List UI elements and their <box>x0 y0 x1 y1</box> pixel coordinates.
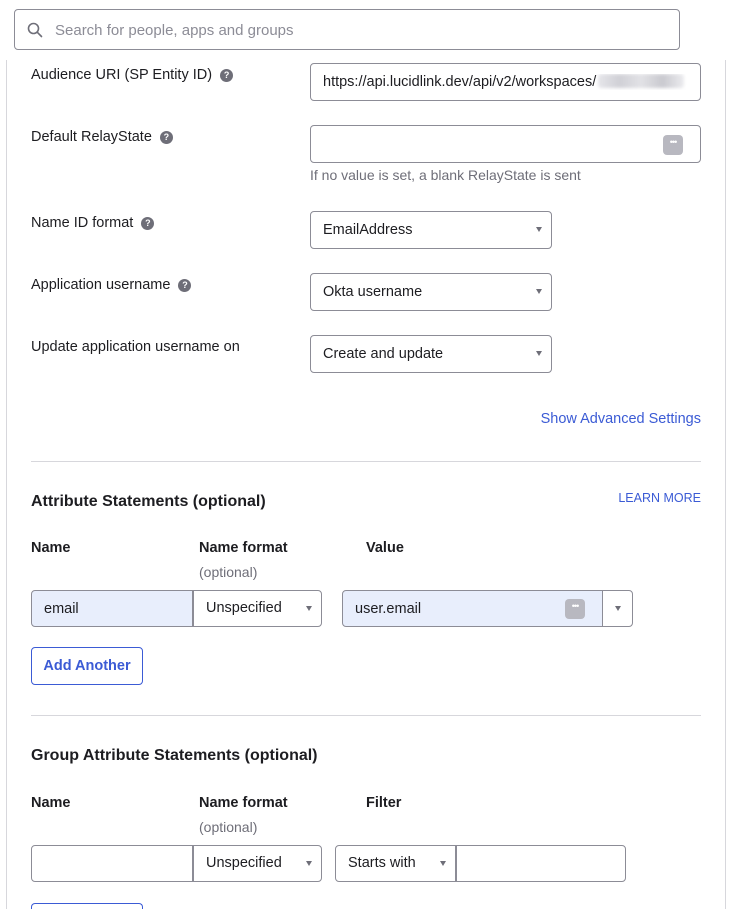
relay-state-help-text: If no value is set, a blank RelayState i… <box>310 167 581 183</box>
group-filter-type-select[interactable]: Starts with <box>335 845 456 882</box>
chevron-down-icon <box>536 227 542 232</box>
show-advanced-settings-link[interactable]: Show Advanced Settings <box>541 411 701 427</box>
attr-name-format-value: Unspecified <box>206 600 282 616</box>
group-filter-value-input[interactable] <box>456 845 626 882</box>
add-another-button[interactable]: Add Another <box>31 647 143 685</box>
attribute-statements-title: Attribute Statements (optional) <box>31 493 266 510</box>
attr-name-input[interactable]: email <box>31 590 193 627</box>
saml-settings-panel <box>6 60 726 909</box>
attr-value-dropdown[interactable] <box>602 590 633 627</box>
chevron-down-icon <box>306 606 312 611</box>
audience-uri-value: https://api.lucidlink.dev/api/v2/workspa… <box>323 74 597 90</box>
help-icon[interactable]: ? <box>159 131 173 144</box>
name-id-format-label: Name ID format? <box>31 215 155 231</box>
attr-name-value: email <box>44 601 79 617</box>
chevron-down-icon <box>536 289 542 294</box>
attr-name-format-select[interactable]: Unspecified <box>193 590 322 627</box>
app-username-value: Okta username <box>323 284 423 300</box>
attr-col-value: Value <box>366 540 404 556</box>
attr-value-value: user.email <box>355 601 422 617</box>
chevron-down-icon <box>615 606 621 611</box>
chevron-down-icon <box>306 861 312 866</box>
section-divider <box>31 461 701 462</box>
attr-col-name: Name <box>31 540 71 556</box>
help-icon[interactable]: ? <box>220 69 234 82</box>
learn-more-link[interactable]: LEARN MORE <box>618 491 701 505</box>
app-username-select[interactable]: Okta username <box>310 273 552 311</box>
audience-uri-label: Audience URI (SP Entity ID)? <box>31 67 234 83</box>
audience-uri-input[interactable]: https://api.lucidlink.dev/api/v2/workspa… <box>310 63 701 101</box>
attr-value-input[interactable]: user.email <box>342 590 603 627</box>
name-id-format-select[interactable]: EmailAddress <box>310 211 552 249</box>
more-options-icon[interactable] <box>663 135 683 155</box>
more-options-icon[interactable] <box>565 599 585 619</box>
global-search[interactable] <box>14 9 680 50</box>
group-col-filter: Filter <box>366 795 402 811</box>
update-username-value: Create and update <box>323 346 444 362</box>
help-icon[interactable]: ? <box>178 279 192 292</box>
attr-col-name-format: Name format <box>199 540 288 556</box>
section-divider <box>31 715 701 716</box>
name-id-format-value: EmailAddress <box>323 222 413 238</box>
group-name-format-select[interactable]: Unspecified <box>193 845 322 882</box>
attr-col-name-format-optional: (optional) <box>199 564 258 580</box>
help-icon[interactable]: ? <box>141 217 155 230</box>
redacted-text <box>598 74 685 88</box>
group-name-format-value: Unspecified <box>206 855 282 871</box>
group-filter-type-value: Starts with <box>348 855 416 871</box>
chevron-down-icon <box>440 861 446 866</box>
app-username-label: Application username? <box>31 277 192 293</box>
search-input[interactable] <box>55 18 655 42</box>
group-col-name-format: Name format <box>199 795 288 811</box>
chevron-down-icon <box>536 351 542 356</box>
group-name-input[interactable] <box>31 845 193 882</box>
group-col-name-format-optional: (optional) <box>199 819 258 835</box>
add-another-group-button[interactable] <box>31 903 143 909</box>
relay-state-label: Default RelayState? <box>31 129 173 145</box>
update-username-select[interactable]: Create and update <box>310 335 552 373</box>
relay-state-input[interactable] <box>310 125 701 163</box>
update-username-label: Update application username on <box>31 339 240 355</box>
group-attribute-statements-title: Group Attribute Statements (optional) <box>31 747 318 764</box>
search-icon <box>27 22 43 38</box>
group-col-name: Name <box>31 795 71 811</box>
